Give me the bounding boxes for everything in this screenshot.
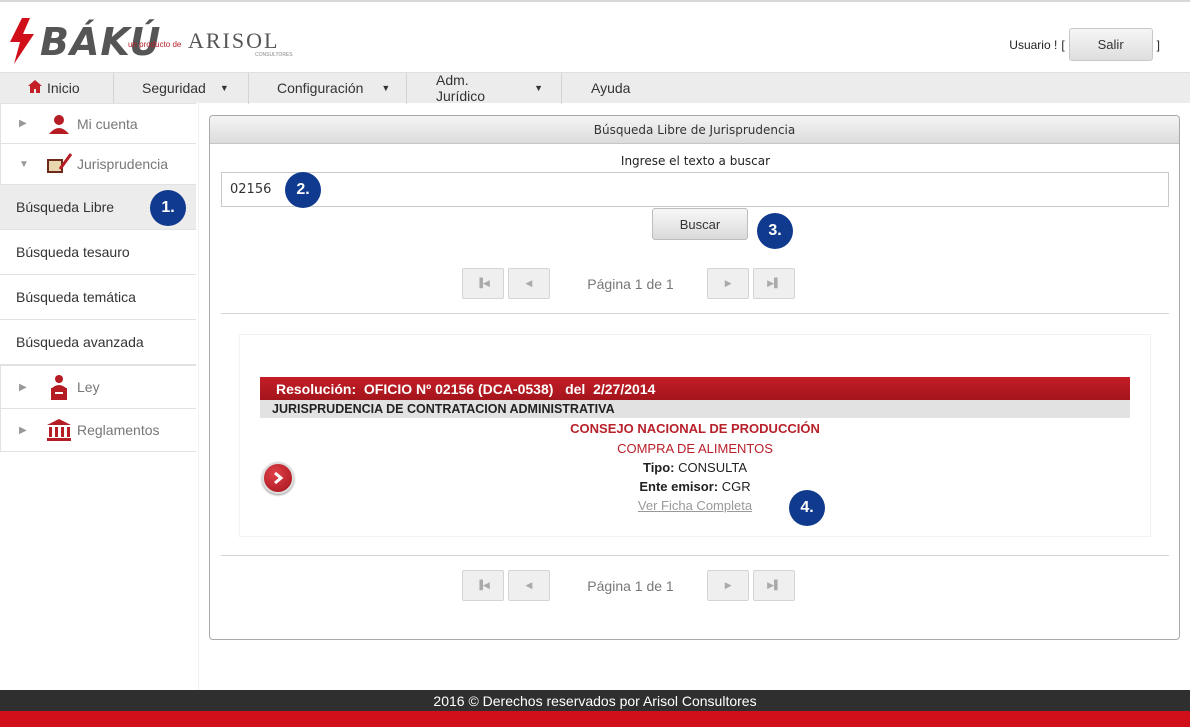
search-input[interactable] [221, 172, 1169, 207]
sidebar-group-reglamentos[interactable]: ▶ Reglamentos [0, 409, 196, 452]
close-bracket: ] [1156, 37, 1160, 52]
open-bracket: [ [1061, 37, 1065, 52]
footer: 2016 © Derechos reservados por Arisol Co… [0, 690, 1190, 711]
caret-down-icon: ▼ [381, 83, 391, 93]
sidebar-group-label: Jurisprudencia [77, 156, 169, 172]
logout-button[interactable]: Salir [1068, 28, 1153, 61]
sidebar-group-jurisprudencia[interactable]: ▼ Jurisprudencia [0, 144, 196, 185]
home-icon [28, 80, 42, 96]
company-sub: CONSULTORES [255, 52, 293, 58]
first-page-icon[interactable]: ▐◀ [462, 570, 504, 601]
result-card: Resolución: OFICIO Nº 02156 (DCA-0538) d… [240, 335, 1150, 536]
user-area: Usuario ! [ Salir ] [1009, 28, 1164, 61]
menu-label: Ayuda [591, 80, 631, 96]
menu-item-inicio[interactable]: Inicio [0, 72, 114, 104]
last-page-icon[interactable]: ▶▌ [753, 570, 796, 601]
sidebar-group-label: Ley [77, 379, 100, 395]
result-tipo: Tipo: CONSULTA [260, 460, 1130, 475]
sidebar: ▶ Mi cuenta ▼ Jurisprudencia Búsqueda Li… [0, 103, 199, 690]
sidebar-item-busqueda-libre[interactable]: Búsqueda Libre 1. [0, 185, 196, 230]
last-page-icon[interactable]: ▶▌ [753, 268, 796, 299]
lightning-icon [10, 18, 34, 64]
step-badge-2: 2. [285, 172, 321, 208]
step-badge-1: 1. [150, 190, 186, 226]
collapse-triangle-icon: ▼ [19, 158, 29, 170]
main-menu: Inicio Seguridad ▼ Configuración ▼ Adm. … [0, 72, 1190, 104]
next-page-icon[interactable]: ▶ [707, 268, 750, 299]
menu-label: Configuración [277, 80, 364, 96]
sidebar-item-busqueda-avanzada[interactable]: Búsqueda avanzada [0, 320, 196, 365]
ver-ficha-link[interactable]: Ver Ficha Completa [638, 498, 752, 513]
menu-label: Seguridad [142, 80, 206, 96]
menu-item-seguridad[interactable]: Seguridad ▼ [114, 72, 249, 104]
sidebar-item-busqueda-tesauro[interactable]: Búsqueda tesauro [0, 230, 196, 275]
sidebar-item-label: Búsqueda temática [16, 289, 136, 305]
page-indicator: Página 1 de 1 [587, 577, 674, 594]
footer-accent-bar [0, 711, 1190, 727]
first-page-icon[interactable]: ▐◀ [462, 268, 504, 299]
result-header: Resolución: OFICIO Nº 02156 (DCA-0538) d… [260, 377, 1130, 400]
menu-item-adm-juridico[interactable]: Adm. Jurídico ▼ [407, 72, 562, 104]
sidebar-item-busqueda-tematica[interactable]: Búsqueda temática [0, 275, 196, 320]
ente-value: CGR [721, 479, 751, 494]
sidebar-item-label: Búsqueda Libre [16, 199, 115, 215]
search-panel: Búsqueda Libre de Jurisprudencia Ingrese… [209, 115, 1180, 640]
sidebar-group-label: Reglamentos [77, 422, 160, 438]
step-badge-4: 4. [789, 490, 825, 526]
prev-page-icon[interactable]: ◀ [507, 268, 550, 299]
search-label: Ingrese el texto a buscar [620, 154, 771, 168]
menu-item-configuracion[interactable]: Configuración ▼ [249, 72, 407, 104]
pager-top: ▐◀ ◀ Página 1 de 1 ▶ ▶▌ [462, 268, 799, 299]
menu-label: Inicio [47, 80, 80, 96]
header: BÁKÚ un producto de ARISOL CONSULTORES U… [0, 2, 1190, 70]
user-icon [43, 114, 75, 134]
result-ente: Ente emisor: CGR [260, 479, 1130, 494]
pager-bottom: ▐◀ ◀ Página 1 de 1 ▶ ▶▌ [462, 570, 799, 601]
search-button[interactable]: Buscar [652, 208, 748, 240]
result-subject: COMPRA DE ALIMENTOS [617, 441, 773, 456]
company-name: ARISOL [188, 28, 280, 53]
divider [221, 313, 1169, 314]
sidebar-item-label: Búsqueda avanzada [16, 334, 144, 350]
sidebar-group-ley[interactable]: ▶ Ley [0, 365, 196, 409]
sidebar-group-mi-cuenta[interactable]: ▶ Mi cuenta [0, 103, 196, 144]
sidebar-group-label: Mi cuenta [77, 115, 138, 132]
menu-item-ayuda[interactable]: Ayuda [562, 73, 648, 104]
page-indicator: Página 1 de 1 [587, 275, 674, 292]
producto-label: un producto de [128, 40, 182, 49]
result-link-row: Ver Ficha Completa [260, 498, 1130, 513]
expand-triangle-icon: ▶ [19, 118, 27, 129]
caret-down-icon: ▼ [219, 83, 229, 93]
result-category: JURISPRUDENCIA DE CONTRATACION ADMINISTR… [260, 400, 1130, 418]
user-label: Usuario ! [1009, 37, 1058, 52]
result-institution: CONSEJO NACIONAL DE PRODUCCIÓN [570, 421, 820, 436]
ente-label: Ente emisor: [639, 479, 719, 494]
chevron-right-icon [274, 471, 284, 485]
panel-title: Búsqueda Libre de Jurisprudencia [210, 116, 1179, 144]
menu-label: Adm. Jurídico [436, 72, 486, 104]
caret-down-icon: ▼ [534, 83, 543, 93]
institution-icon [43, 419, 75, 441]
speaker-podium-icon [43, 374, 75, 400]
expand-triangle-icon: ▶ [19, 424, 27, 436]
expand-triangle-icon: ▶ [19, 381, 27, 393]
sidebar-item-label: Búsqueda tesauro [16, 244, 130, 260]
divider [221, 555, 1169, 556]
next-page-icon[interactable]: ▶ [707, 570, 750, 601]
open-result-button[interactable] [262, 462, 294, 494]
prev-page-icon[interactable]: ◀ [507, 570, 550, 601]
book-pen-icon [43, 153, 75, 175]
step-badge-3: 3. [757, 213, 793, 249]
tipo-value: CONSULTA [678, 460, 747, 475]
tipo-label: Tipo: [642, 460, 675, 475]
